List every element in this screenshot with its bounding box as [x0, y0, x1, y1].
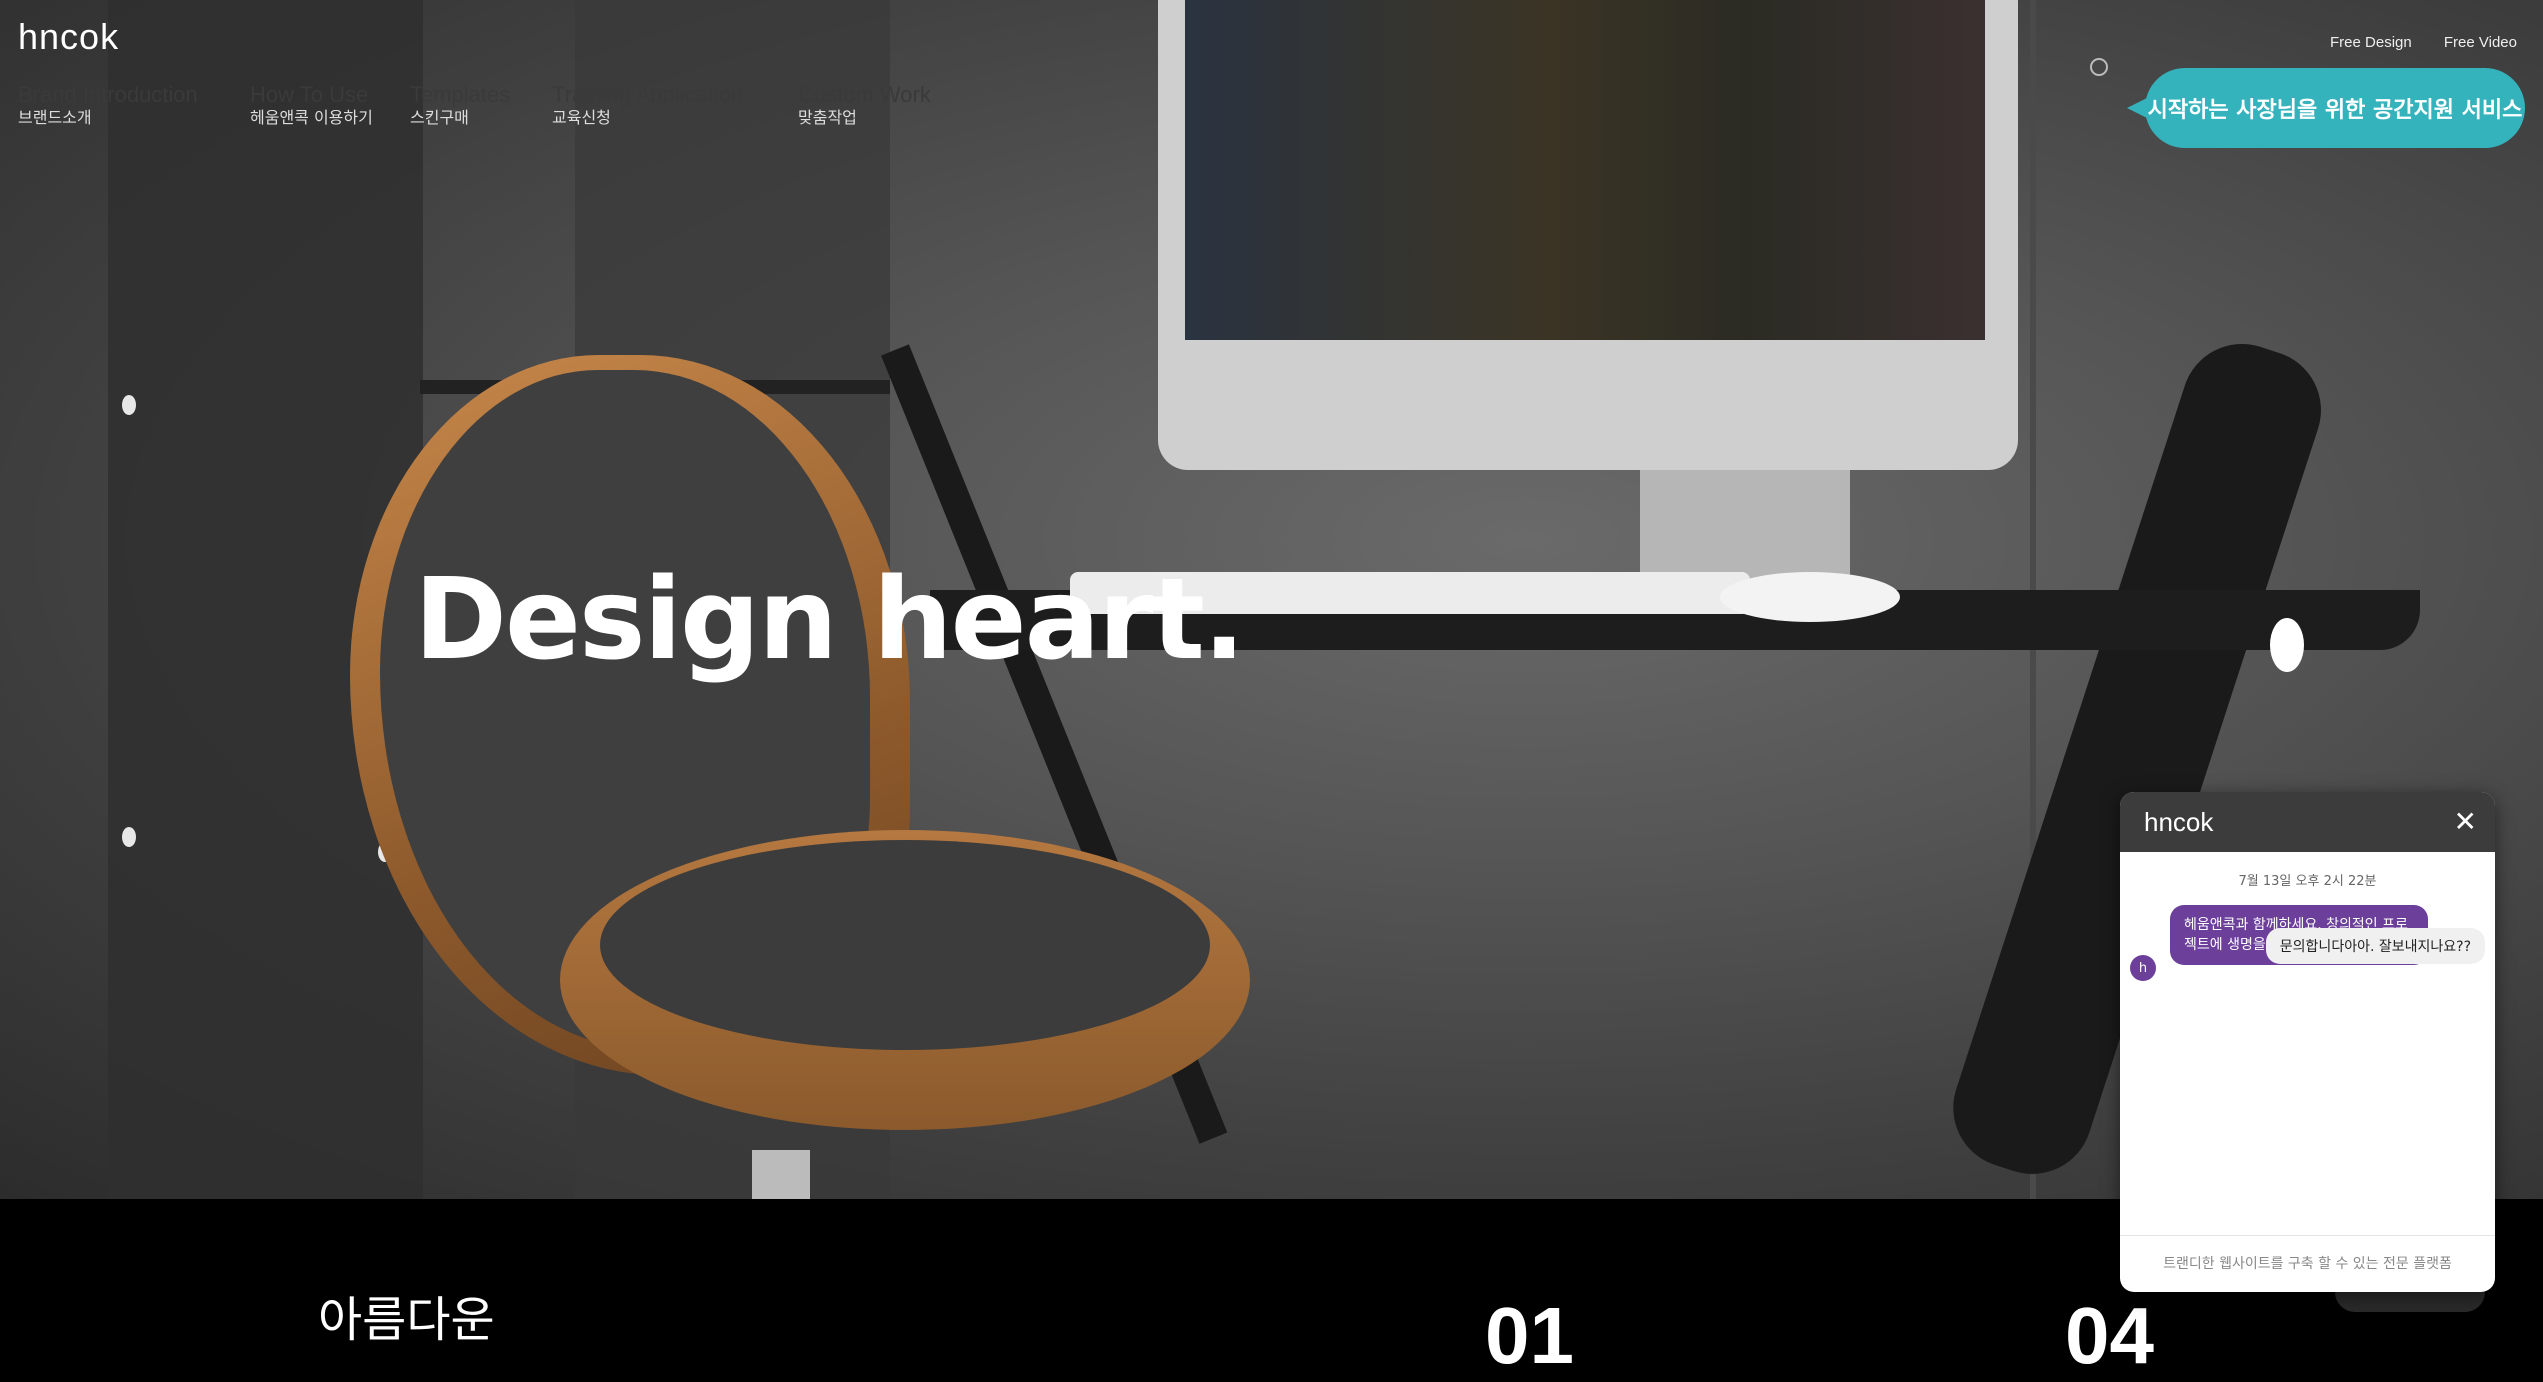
hero-title: Design heart.	[414, 555, 1245, 685]
circle-icon	[2090, 58, 2108, 76]
chair-post	[752, 1150, 810, 1199]
free-design-link[interactable]: Free Design	[2330, 34, 2412, 51]
wall-dot	[122, 395, 136, 415]
chat-input-bar	[2120, 1235, 2495, 1292]
chat-header: hncok ✕	[2120, 792, 2495, 852]
nav-brand-introduction[interactable]: Brand Introduction 브랜드소개	[18, 82, 198, 128]
wall-dot	[122, 827, 136, 847]
section-number: 01	[1485, 1291, 1574, 1380]
monitor-stand	[1640, 470, 1850, 580]
chat-message-input[interactable]	[2135, 1255, 2480, 1273]
close-icon[interactable]: ✕	[2454, 808, 2477, 836]
section-number: 04	[2065, 1291, 2154, 1380]
cta-label: 시작하는 사장님을 위한 공간지원 서비스	[2147, 98, 2523, 123]
desk-hole	[2270, 618, 2304, 672]
monitor-screen	[1185, 0, 1985, 340]
nav-custom-work[interactable]: Custom Work 맞춤작업	[798, 82, 931, 128]
top-links: Free Design Free Video	[2302, 34, 2517, 51]
section-heading: 아름다운	[318, 1292, 495, 1348]
nav-training-application[interactable]: Training Application 교육신청	[552, 82, 743, 128]
chair-seat-cushion	[600, 840, 1210, 1050]
user-message: 문의합니다아아. 잘보내지나요??	[2265, 928, 2485, 964]
bot-avatar: h	[2130, 955, 2156, 981]
nav-how-to-use[interactable]: How To Use 헤움앤콕 이용하기	[250, 82, 373, 128]
nav-templates[interactable]: Templates 스킨구매	[410, 82, 510, 128]
mouse	[1720, 572, 1900, 622]
space-support-cta-button[interactable]: 시작하는 사장님을 위한 공간지원 서비스	[2127, 68, 2525, 148]
chat-timestamp: 7월 13일 오후 2시 22분	[2238, 874, 2377, 889]
nav-sublabel: 헤움앤콕 이용하기	[250, 108, 373, 127]
chat-logo: hncok	[2144, 806, 2214, 837]
site-logo[interactable]: hncok	[18, 16, 119, 58]
chat-widget: hncok ✕ 7월 13일 오후 2시 22분 헤움앤콕과 함께하세요. 창의…	[2120, 792, 2495, 1292]
free-video-link[interactable]: Free Video	[2444, 34, 2517, 51]
